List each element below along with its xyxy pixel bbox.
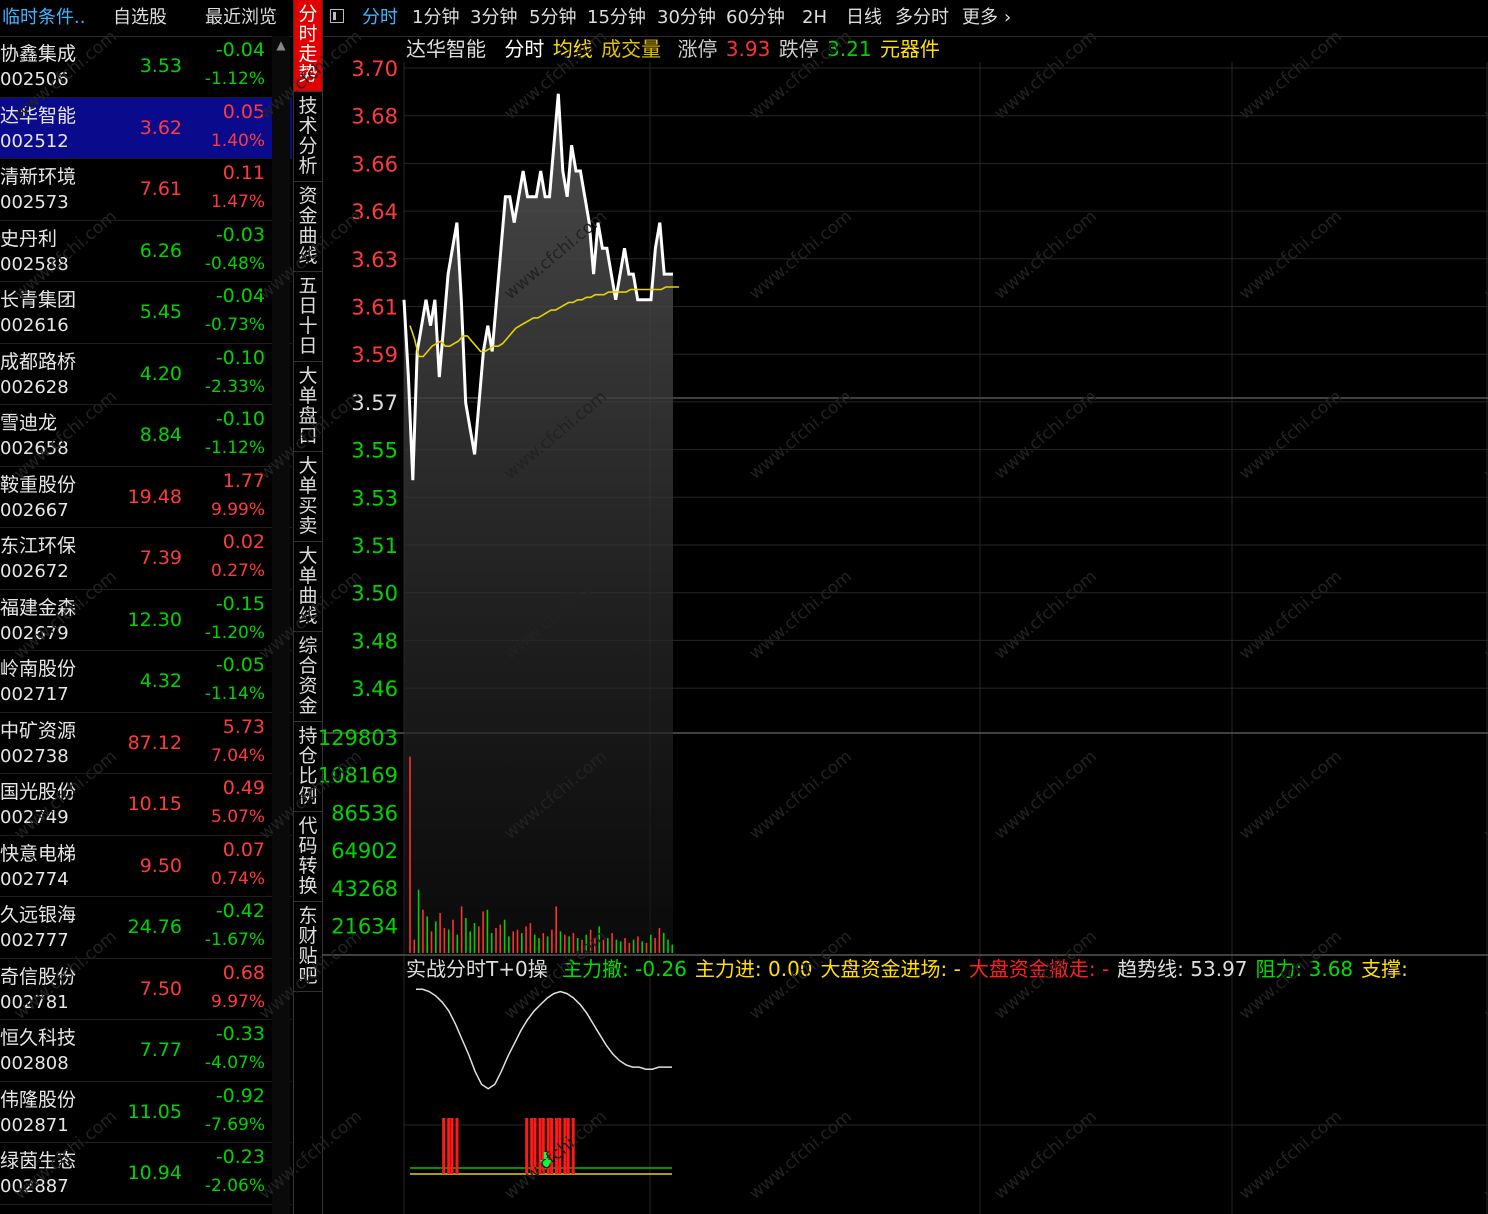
signal-bar (571, 1118, 575, 1174)
signal-bar (530, 1118, 534, 1174)
signal-bar (533, 1118, 537, 1174)
sector-label: 元器件 (879, 37, 940, 61)
indicator-item: 趋势线: 53.97 (1117, 957, 1248, 981)
volume-legend: 成交量 (601, 37, 662, 61)
signal-bar (538, 1118, 542, 1174)
signal-bar (563, 1118, 567, 1174)
chart-header: 达华智能 分时 均线 成交量 涨停 3.93 跌停 3.21 元器件 (406, 36, 942, 62)
price-tick-label: 3.68 (351, 105, 398, 129)
limit-down-label: 跌停 (778, 37, 819, 61)
limit-up-value: 3.93 (725, 37, 771, 61)
price-tick-label: 3.53 (351, 486, 398, 510)
price-tick-label: 3.51 (351, 534, 398, 558)
volume-tick-label: 129803 (318, 726, 398, 750)
limit-down-value: 3.21 (827, 37, 872, 61)
price-tick-label: 3.64 (351, 200, 398, 224)
indicator-item: 主力撤: -0.26 (562, 957, 687, 981)
indicator-item: 主力进: 0.00 (694, 957, 813, 981)
indicator-item: 阻力: 3.68 (1255, 957, 1354, 981)
price-area-fill (404, 93, 673, 954)
price-tick-label: 3.66 (351, 152, 398, 176)
volume-tick-label: 43268 (331, 877, 398, 901)
indicator-name[interactable]: 实战分时T+0操 (406, 957, 548, 981)
limit-up-label: 涨停 (677, 37, 718, 61)
indicator-item: 大盘资金进场: - (820, 957, 961, 981)
price-tick-label: 3.61 (351, 296, 398, 320)
price-tick-label: 3.59 (351, 343, 398, 367)
indicator-header: 实战分时T+0操 主力撤: -0.26 主力进: 0.00 大盘资金进场: - 大盘资… (406, 956, 1408, 982)
volume-tick-label: 86536 (331, 801, 398, 825)
indicator-item: 支撑: (1361, 957, 1408, 981)
price-tick-label: 3.55 (351, 439, 398, 463)
chart-mode: 分时 (504, 37, 545, 61)
price-tick-label: 3.57 (351, 391, 398, 415)
signal-bar (566, 1118, 570, 1174)
volume-tick-label: 108169 (318, 764, 398, 788)
signal-bar (450, 1118, 454, 1174)
signal-bar (550, 1118, 554, 1174)
signal-bar (555, 1118, 559, 1174)
price-tick-label: 3.46 (351, 677, 398, 701)
avg-line-legend: 均线 (552, 37, 593, 61)
volume-tick-label: 64902 (331, 839, 398, 863)
volume-tick-label: 21634 (331, 915, 398, 939)
signal-bar (442, 1118, 446, 1174)
price-tick-label: 3.70 (351, 57, 398, 81)
price-tick-label: 3.48 (351, 629, 398, 653)
signal-bar (525, 1118, 529, 1174)
indicator-item: 大盘资金撤走: - (968, 957, 1110, 981)
signal-bar (447, 1118, 451, 1174)
stock-name: 达华智能 (406, 37, 486, 61)
trend-line (416, 988, 672, 1090)
signal-bar (455, 1118, 459, 1174)
price-tick-label: 3.63 (351, 248, 398, 272)
signal-bar (558, 1118, 562, 1174)
price-tick-label: 3.50 (351, 582, 398, 606)
indicator-values: 主力撤: -0.26 主力进: 0.00 大盘资金进场: - 大盘资金撤走: - 趋势线… (554, 957, 1408, 981)
intraday-chart[interactable]: 3.70 3.68 3.66 3.64 3.63 3.61 3.59 3.57 3.55 3.53… (0, 0, 1488, 1214)
